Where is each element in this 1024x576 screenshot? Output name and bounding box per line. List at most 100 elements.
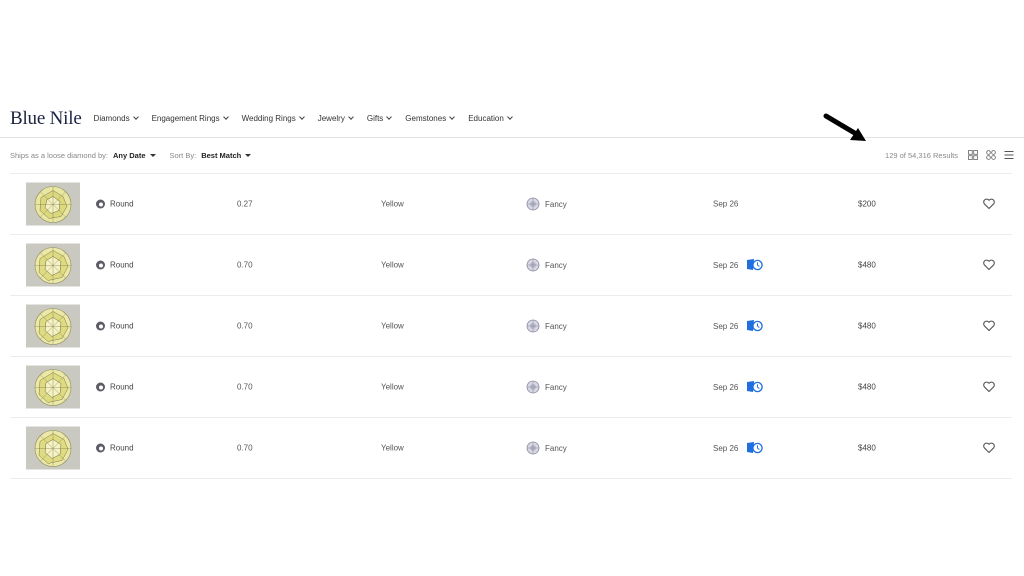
ship-date: Sep 26 (713, 382, 739, 392)
table-row[interactable]: Round 0.70 Yellow Fancy Sep 26 $480 (10, 418, 1012, 479)
round-shape-icon (96, 199, 105, 209)
ship-date: Sep 26 (713, 443, 739, 453)
diamond-thumbnail[interactable] (26, 365, 80, 409)
sort-by-dropdown[interactable]: Best Match (201, 150, 252, 160)
nav-item-diamonds[interactable]: Diamonds (94, 114, 139, 123)
carat-cell: 0.27 (237, 199, 253, 209)
clarity-label: Fancy (545, 260, 567, 270)
filter-bar: Ships as a loose diamond by: Any Date So… (10, 144, 1014, 166)
results-count: 129 of 54,316 Results (885, 150, 958, 160)
carat-cell: 0.70 (237, 382, 253, 392)
heart-icon (983, 320, 995, 332)
diamond-results-list: Round 0.27 Yellow Fancy Sep 26 $200 Roun… (10, 173, 1012, 479)
ships-by-label: Ships as a loose diamond by: (10, 150, 108, 160)
table-row[interactable]: Round 0.70 Yellow Fancy Sep 26 $480 (10, 235, 1012, 296)
wishlist-button[interactable] (983, 442, 995, 454)
nav-item-gifts[interactable]: Gifts (366, 114, 393, 123)
chevron-down-icon (222, 114, 229, 120)
table-row[interactable]: Round 0.27 Yellow Fancy Sep 26 $200 (10, 174, 1012, 235)
caret-down-icon (245, 153, 252, 157)
clarity-icon (526, 319, 540, 333)
wishlist-button[interactable] (983, 198, 995, 210)
wishlist-button[interactable] (983, 320, 995, 332)
chevron-down-icon (348, 114, 354, 120)
clarity-icon (526, 197, 540, 211)
arrow-icon (823, 113, 866, 141)
ships-by-dropdown[interactable]: Any Date (113, 151, 156, 160)
express-shipping-icon (747, 442, 764, 454)
shape-cell: Round (96, 443, 134, 453)
color-cell: Yellow (381, 199, 404, 209)
chevron-down-icon (386, 114, 393, 120)
nav-item-gemstones[interactable]: Gemstones (405, 114, 456, 123)
ships-by-value: Any Date (112, 150, 146, 160)
wishlist-button[interactable] (983, 381, 995, 393)
price-cell: $200 (858, 199, 876, 209)
carat-cell: 0.70 (237, 443, 253, 453)
heart-icon (983, 259, 995, 271)
price-cell: $480 (858, 382, 876, 392)
clarity-cell: Fancy (526, 258, 567, 272)
diamond-image (34, 429, 72, 467)
shape-cell: Round (96, 382, 134, 392)
clarity-cell: Fancy (526, 319, 567, 333)
color-cell: Yellow (381, 443, 404, 453)
chevron-down-icon (506, 114, 513, 120)
shape-cell: Round (96, 260, 134, 270)
express-shipping-icon (747, 381, 764, 393)
diamond-thumbnail[interactable] (26, 426, 80, 470)
carat-cell: 0.70 (237, 260, 253, 270)
price-cell: $480 (858, 260, 876, 270)
grid-small-icon[interactable] (986, 150, 996, 160)
ship-date: Sep 26 (713, 199, 739, 209)
caret-down-icon (149, 153, 156, 157)
nav-item-label: Education (468, 114, 504, 123)
diamond-thumbnail[interactable] (26, 243, 80, 287)
round-shape-icon (96, 321, 105, 331)
nav-item-label: Gifts (366, 114, 384, 123)
diamond-image (34, 368, 72, 406)
wishlist-button[interactable] (983, 259, 995, 271)
express-shipping-icon (747, 259, 764, 271)
nav-item-label: Wedding Rings (241, 114, 296, 123)
nav-item-wedding-rings[interactable]: Wedding Rings (241, 114, 305, 123)
ship-date-cell: Sep 26 (713, 381, 764, 393)
round-shape-icon (96, 260, 105, 270)
diamond-thumbnail[interactable] (26, 304, 80, 348)
price-cell: $480 (858, 321, 876, 331)
grid-large-icon[interactable] (968, 150, 978, 160)
clarity-label: Fancy (545, 382, 567, 392)
round-shape-icon (96, 443, 105, 453)
ship-date-cell: Sep 26 (713, 259, 764, 271)
shape-label: Round (110, 443, 134, 453)
table-row[interactable]: Round 0.70 Yellow Fancy Sep 26 $480 (10, 357, 1012, 418)
diamond-image (34, 307, 72, 345)
brand-logo[interactable]: Blue Nile (10, 108, 82, 130)
heart-icon (983, 442, 995, 454)
express-shipping-icon (747, 320, 764, 332)
nav-item-label: Gemstones (405, 114, 447, 123)
view-toggle (968, 150, 1014, 160)
ship-date: Sep 26 (713, 321, 739, 331)
clarity-cell: Fancy (526, 380, 567, 394)
carat-cell: 0.70 (237, 321, 253, 331)
diamond-thumbnail[interactable] (26, 182, 80, 226)
nav-item-engagement-rings[interactable]: Engagement Rings (152, 114, 229, 123)
heart-icon (983, 198, 995, 210)
ship-date-cell: Sep 26 (713, 442, 764, 454)
color-cell: Yellow (381, 260, 404, 270)
table-row[interactable]: Round 0.70 Yellow Fancy Sep 26 $480 (10, 296, 1012, 357)
nav-item-jewelry[interactable]: Jewelry (317, 114, 354, 123)
heart-icon (983, 381, 995, 393)
nav-item-education[interactable]: Education (468, 114, 513, 123)
clarity-cell: Fancy (526, 441, 567, 455)
sort-by-value: Best Match (201, 150, 242, 160)
chevron-down-icon (132, 114, 139, 120)
nav-item-label: Jewelry (317, 114, 345, 123)
shape-label: Round (110, 321, 134, 331)
diamond-image (34, 246, 72, 284)
chevron-down-icon (298, 114, 305, 120)
clarity-label: Fancy (545, 443, 567, 453)
list-icon[interactable] (1004, 150, 1014, 160)
clarity-label: Fancy (545, 199, 567, 209)
